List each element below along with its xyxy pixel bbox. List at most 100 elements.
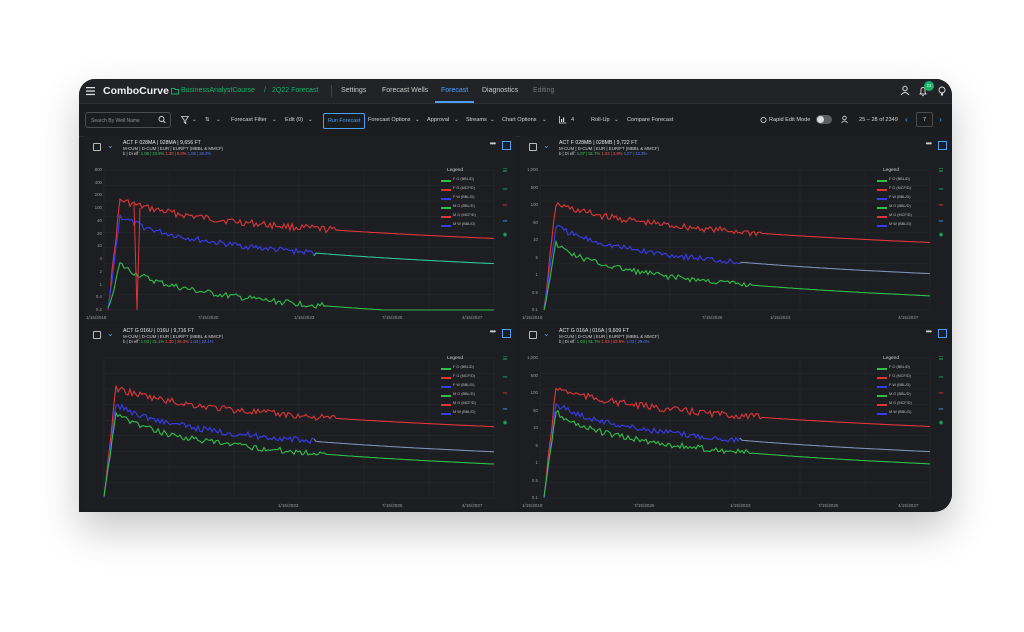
tab-settings[interactable]: Settings [341, 79, 366, 103]
search-icon[interactable] [158, 104, 166, 136]
gas-phase-icon[interactable]: ▁ [934, 200, 948, 206]
water-forecast-line[interactable] [313, 438, 495, 453]
legend-item[interactable]: M O (BBL/D) [875, 204, 935, 212]
chart-options-menu[interactable]: Chart Options [502, 104, 537, 136]
expand-icon[interactable] [502, 329, 511, 338]
select-checkbox[interactable] [529, 331, 537, 339]
gas-history-line[interactable] [107, 198, 335, 311]
breadcrumb-scenario[interactable]: 2Q22 Forecast [272, 79, 318, 103]
more-options-icon[interactable]: ••• [490, 327, 496, 336]
settings-sliders-icon[interactable]: ☰ [498, 168, 512, 174]
gas-phase-icon[interactable]: ▁ [498, 388, 512, 394]
filter-icon[interactable] [180, 104, 190, 136]
legend-item[interactable]: M G (MCF/D) [439, 401, 499, 409]
legend-item[interactable]: M O (BBL/D) [875, 392, 935, 400]
chevron-down-icon[interactable]: ⌄ [107, 329, 114, 338]
user-icon[interactable] [900, 79, 910, 103]
legend-item[interactable]: M G (MCF/D) [875, 213, 935, 221]
forecast-chart-panel[interactable]: ⌄ ACT G 016U | 016U | 9,716 FT M-CUM | D… [84, 324, 516, 510]
run-forecast-button[interactable]: Run Forecast [323, 113, 366, 129]
select-checkbox[interactable] [93, 331, 101, 339]
oil-history-line[interactable] [107, 262, 325, 309]
legend-item[interactable]: M W (BBL/D) [439, 410, 499, 418]
water-phase-icon[interactable]: ▁ [934, 404, 948, 410]
oil-phase-icon[interactable]: ▁ [498, 184, 512, 190]
approval-menu[interactable]: Approval [427, 104, 449, 136]
expand-icon[interactable] [938, 329, 947, 338]
oil-phase-icon[interactable]: ▁ [498, 372, 512, 378]
forecast-options-menu[interactable]: Forecast Options [368, 104, 411, 136]
legend-item[interactable]: F G (MCF/D) [875, 374, 935, 382]
chevron-down-icon[interactable]: ⌄ [543, 141, 550, 150]
forecast-chart-panel[interactable]: ⌄ ACT F 028MB | 028MB | 9,722 FT M-CUM |… [520, 136, 952, 322]
oil-history-line[interactable] [543, 409, 751, 497]
expand-icon[interactable] [502, 141, 511, 150]
gas-phase-icon[interactable]: ▁ [934, 388, 948, 394]
tab-forecast[interactable]: Forecast [434, 79, 475, 103]
gas-history-line[interactable] [543, 201, 761, 308]
oil-forecast-line[interactable] [749, 283, 931, 297]
more-options-icon[interactable]: ••• [926, 139, 932, 148]
page-input[interactable]: 7 [916, 112, 933, 127]
legend-item[interactable]: F O (BBL/D) [875, 365, 935, 373]
oil-history-line[interactable] [103, 411, 325, 497]
roll-up-menu[interactable]: Roll-Up [591, 104, 610, 136]
water-forecast-line[interactable] [739, 437, 931, 453]
forecast-chart-panel[interactable]: ⌄ ACT F 028MA | 028MA | 9,656 FT M-CUM |… [84, 136, 516, 322]
tab-diagnostics[interactable]: Diagnostics [482, 79, 518, 103]
edit-menu[interactable]: Edit (0) [285, 104, 303, 136]
more-options-icon[interactable]: ••• [490, 139, 496, 148]
oil-phase-icon[interactable]: ▁ [934, 372, 948, 378]
settings-sliders-icon[interactable]: ☰ [498, 356, 512, 362]
water-phase-icon[interactable]: ▁ [934, 216, 948, 222]
legend-item[interactable]: M W (BBL/D) [875, 410, 935, 418]
legend-item[interactable]: M G (MCF/D) [875, 401, 935, 409]
app-title[interactable]: ComboCurve [103, 79, 169, 103]
legend-item[interactable]: F G (MCF/D) [439, 374, 499, 382]
water-phase-icon[interactable]: ▁ [498, 216, 512, 222]
legend-item[interactable]: F W (BBL/D) [439, 195, 499, 203]
gas-phase-icon[interactable]: ▁ [498, 200, 512, 206]
rapid-edit-toggle[interactable] [816, 115, 832, 124]
water-history-line[interactable] [103, 403, 315, 498]
legend-item[interactable]: F G (MCF/D) [439, 186, 499, 194]
menu-icon[interactable] [86, 79, 95, 103]
water-forecast-line[interactable] [739, 261, 931, 275]
legend-item[interactable]: F G (MCF/D) [875, 186, 935, 194]
streams-menu[interactable]: Streams [466, 104, 487, 136]
compare-forecast-button[interactable]: Compare Forecast [627, 104, 673, 136]
assign-user-icon[interactable] [841, 104, 850, 136]
water-forecast-line[interactable] [313, 252, 495, 265]
legend-item[interactable]: F W (BBL/D) [439, 383, 499, 391]
chevron-down-icon[interactable]: ⌄ [543, 329, 550, 338]
more-options-icon[interactable]: ••• [926, 327, 932, 336]
legend-item[interactable]: M O (BBL/D) [439, 204, 499, 212]
select-checkbox[interactable] [93, 143, 101, 151]
help-icon[interactable] [937, 79, 947, 103]
legend-item[interactable]: F O (BBL/D) [875, 177, 935, 185]
legend-item[interactable]: M O (BBL/D) [439, 392, 499, 400]
oil-history-line[interactable] [543, 239, 751, 311]
legend-item[interactable]: F W (BBL/D) [875, 383, 935, 391]
settings-sliders-icon[interactable]: ☰ [934, 168, 948, 174]
chart-count[interactable]: 4 [571, 104, 574, 136]
forecast-chart-panel[interactable]: ⌄ ACT G 016A | 016A | 9,609 FT M-CUM | D… [520, 324, 952, 510]
oil-forecast-line[interactable] [323, 452, 495, 465]
forecast-filter-menu[interactable]: Forecast Filter [231, 104, 267, 136]
filter-chevron-icon[interactable]: ⌄ [192, 104, 197, 136]
select-checkbox[interactable] [529, 143, 537, 151]
breadcrumb-project[interactable]: BusinessAnalystCourse [181, 79, 255, 103]
next-page-icon[interactable]: › [939, 104, 942, 136]
oil-forecast-line[interactable] [749, 452, 931, 465]
chart-grid-icon[interactable] [559, 104, 567, 136]
sort-icon[interactable]: ⇅ [205, 104, 210, 136]
water-history-line[interactable] [543, 224, 741, 311]
oil-phase-icon[interactable]: ▁ [934, 184, 948, 190]
expand-icon[interactable] [938, 141, 947, 150]
legend-item[interactable]: M W (BBL/D) [439, 222, 499, 230]
legend-item[interactable]: F O (BBL/D) [439, 177, 499, 185]
economics-icon[interactable]: ◉ [498, 420, 512, 426]
economics-icon[interactable]: ◉ [498, 232, 512, 238]
tab-editing[interactable]: Editing [533, 79, 554, 103]
legend-item[interactable]: F O (BBL/D) [439, 365, 499, 373]
